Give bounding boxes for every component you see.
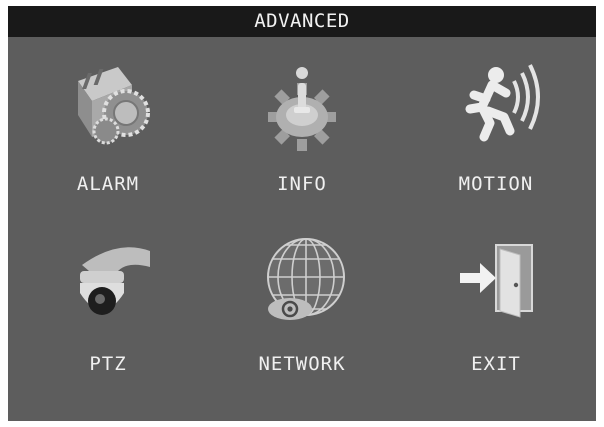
network-label: NETWORK bbox=[258, 353, 346, 375]
motion-label: MOTION bbox=[458, 173, 534, 195]
dvr-advanced-menu: ADVANCED ALARM INFO MOTION PTZ NETWORK E… bbox=[8, 6, 596, 421]
network-menu-item[interactable]: NETWORK bbox=[222, 231, 382, 391]
exit-menu-item[interactable]: EXIT bbox=[416, 231, 576, 391]
exit-label: EXIT bbox=[471, 353, 521, 375]
info-menu-item[interactable]: INFO bbox=[222, 51, 382, 211]
ptz-camera-icon bbox=[58, 231, 158, 331]
motion-menu-item[interactable]: MOTION bbox=[416, 51, 576, 211]
exit-door-icon bbox=[446, 231, 546, 331]
ptz-label: PTZ bbox=[89, 353, 127, 375]
menu-title: ADVANCED bbox=[8, 6, 596, 37]
network-globe-icon bbox=[252, 231, 352, 331]
ptz-menu-item[interactable]: PTZ bbox=[28, 231, 188, 391]
alarm-label: ALARM bbox=[76, 173, 140, 195]
info-gear-icon bbox=[252, 51, 352, 151]
alarm-menu-item[interactable]: ALARM bbox=[28, 51, 188, 211]
alarm-bell-icon bbox=[58, 51, 158, 151]
info-label: INFO bbox=[277, 173, 327, 195]
motion-runner-icon bbox=[446, 51, 546, 151]
